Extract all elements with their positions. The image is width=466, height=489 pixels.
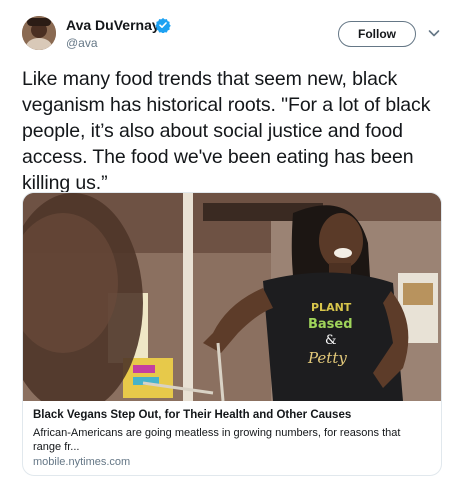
card-image[interactable]: PLANT Based & Petty <box>23 193 441 401</box>
follow-button[interactable]: Follow <box>338 21 416 47</box>
card-photo: PLANT Based & Petty <box>23 193 441 401</box>
author-handle[interactable]: @ava <box>66 36 98 50</box>
avatar-image <box>22 16 56 50</box>
shirt-text-based: Based <box>308 317 353 332</box>
author-name[interactable]: Ava DuVernay <box>66 17 160 33</box>
tweet-text: Like many food trends that seem new, bla… <box>22 68 431 194</box>
card-title[interactable]: Black Vegans Step Out, for Their Health … <box>33 409 351 421</box>
shirt-text-amp: & <box>325 333 337 348</box>
link-card[interactable]: PLANT Based & Petty Black Vegans Step Ou… <box>22 192 442 476</box>
verified-badge-icon <box>155 18 171 33</box>
card-domain: mobile.nytimes.com <box>33 456 131 468</box>
shirt-text-petty: Petty <box>307 349 347 367</box>
tweet-container: Ava DuVernay @ava Follow Like many food … <box>0 0 466 489</box>
chevron-down-icon[interactable] <box>428 28 440 38</box>
card-description: African-Americans are going meatless in … <box>33 427 401 453</box>
author-avatar[interactable] <box>22 16 56 50</box>
shirt-text-plant: PLANT <box>311 301 352 314</box>
